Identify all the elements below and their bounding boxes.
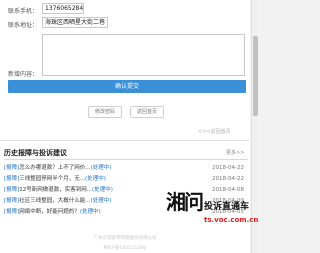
item-tag: [报障]: [4, 187, 20, 193]
item-status: (处理中): [85, 176, 106, 182]
watermark-slogan: 投诉直通车: [204, 202, 250, 212]
item-date: 2018-04-22: [212, 176, 244, 182]
item-tag: [报障]: [4, 176, 20, 182]
phone-field[interactable]: 13760652847: [42, 3, 84, 14]
item-status: (处理中): [90, 165, 112, 171]
address-field[interactable]: 海珠区西晒星大街二巷: [42, 17, 108, 28]
item-status: (处理中): [90, 198, 112, 204]
content-textarea[interactable]: [42, 34, 245, 76]
history-item[interactable]: [报障]三线整园停网半个月，无...(处理中) 2018-04-22: [4, 174, 248, 185]
watermark-logo: 湘问: [166, 190, 204, 214]
item-title: 12号新网做退款，实客到网...: [19, 187, 93, 193]
item-title: 三线整园停网半个月，无...: [19, 176, 86, 182]
item-date: 2018-04-22: [212, 165, 244, 171]
address-label: 联系地址：: [8, 22, 39, 29]
content-label: 新增内容：: [8, 71, 39, 78]
watermark-domain: ts.voc.com.cn: [204, 216, 259, 224]
item-status: (处理中): [92, 187, 113, 193]
scrollbar-thumb[interactable]: [253, 36, 258, 116]
divider: [4, 159, 248, 160]
feedback-form: 联系手机： 13760652847 联系地址： 海珠区西晒星大街二巷 新增内容：…: [0, 0, 250, 140]
submit-button[interactable]: 确认提交: [8, 80, 246, 93]
item-tag: [报障]: [4, 165, 20, 171]
item-title: 社区三线整园，大概什么能...: [19, 198, 91, 204]
back-home-link[interactable]: <<<返回首页: [198, 128, 231, 135]
item-tag: [报障]: [4, 198, 20, 204]
item-tag: [报障]: [4, 209, 20, 215]
item-title: 网络中断，好能问题的？: [19, 209, 80, 215]
phone-label: 联系手机：: [8, 8, 39, 15]
more-link[interactable]: 更多>>: [226, 149, 244, 156]
history-title: 历史报障与投诉建议: [4, 149, 67, 157]
item-status: (处理中): [79, 209, 101, 215]
watermark: 湘问 投诉直通车 ts.voc.com.cn: [166, 190, 259, 252]
back-home-button[interactable]: 返回首页: [130, 106, 164, 118]
edit-password-button[interactable]: 修改密码: [88, 106, 122, 118]
item-title: 怎么办哪退款？上不了网价...: [19, 165, 91, 171]
history-item[interactable]: [报障]怎么办哪退款？上不了网价...(处理中) 2018-04-22: [4, 163, 248, 174]
